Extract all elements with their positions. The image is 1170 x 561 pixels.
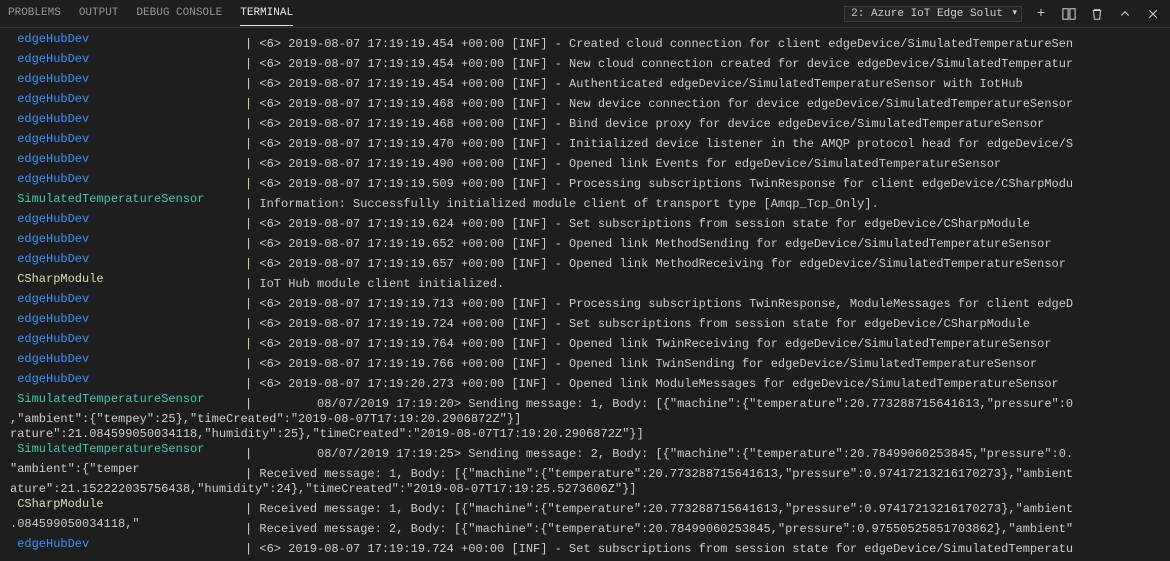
separator: | [245, 542, 252, 556]
log-source: edgeHubDev [10, 72, 245, 87]
close-icon[interactable] [1144, 5, 1162, 23]
log-source: SimulatedTemperatureSensor [10, 442, 245, 457]
tab-debug-console[interactable]: DEBUG CONSOLE [136, 1, 222, 26]
log-source: CSharpModule [10, 272, 245, 287]
log-source: edgeHubDev [10, 252, 245, 267]
log-message: <6> 2019-08-07 17:19:20.273 +00:00 [INF]… [252, 377, 1059, 391]
log-continuation: rature":21.084599050034118,"humidity":25… [10, 427, 644, 441]
terminal-line: SimulatedTemperatureSensor| 08/07/2019 1… [10, 442, 1160, 462]
tab-terminal[interactable]: TERMINAL [240, 1, 293, 26]
terminal-output[interactable]: edgeHubDev| <6> 2019-08-07 17:19:19.454 … [0, 28, 1170, 561]
log-source: CSharpModule [10, 497, 245, 512]
log-source: edgeHubDev [10, 132, 245, 147]
panel-tabs: PROBLEMS OUTPUT DEBUG CONSOLE TERMINAL [8, 1, 844, 26]
terminal-line: CSharpModule| Received message: 1, Body:… [10, 497, 1160, 517]
terminal-line: edgeHubDev| <6> 2019-08-07 17:19:19.454 … [10, 52, 1160, 72]
log-message: <6> 2019-08-07 17:19:19.470 +00:00 [INF]… [252, 137, 1073, 151]
log-continuation: ,"ambient":{"tempey":25},"timeCreated":"… [10, 412, 521, 426]
new-terminal-icon[interactable]: + [1032, 5, 1050, 23]
log-source: SimulatedTemperatureSensor [10, 192, 245, 207]
log-message: <6> 2019-08-07 17:19:19.724 +00:00 [INF]… [252, 542, 1073, 556]
terminal-line: edgeHubDev| <6> 2019-08-07 17:19:19.624 … [10, 212, 1160, 232]
log-message: Received message: 2, Body: [{"machine":{… [252, 522, 1073, 536]
tab-problems[interactable]: PROBLEMS [8, 1, 61, 26]
log-message: <6> 2019-08-07 17:19:19.766 +00:00 [INF]… [252, 357, 1037, 371]
log-message: <6> 2019-08-07 17:19:19.713 +00:00 [INF]… [252, 297, 1073, 311]
chevron-up-icon[interactable] [1116, 5, 1134, 23]
split-terminal-icon[interactable] [1060, 5, 1078, 23]
terminal-line: edgeHubDev| <6> 2019-08-07 17:19:19.764 … [10, 332, 1160, 352]
terminal-line: .084599050034118," | Received message: 2… [10, 517, 1160, 537]
log-source: edgeHubDev [10, 537, 245, 552]
terminal-line: rature":21.084599050034118,"humidity":25… [10, 427, 1160, 442]
separator: | [245, 502, 252, 516]
log-source: edgeHubDev [10, 332, 245, 347]
log-source: edgeHubDev [10, 92, 245, 107]
log-message: <6> 2019-08-07 17:19:19.454 +00:00 [INF]… [252, 37, 1073, 51]
terminal-line: edgeHubDev| <6> 2019-08-07 17:19:20.273 … [10, 372, 1160, 392]
terminal-line: SimulatedTemperatureSensor| 08/07/2019 1… [10, 392, 1160, 412]
log-source: edgeHubDev [10, 112, 245, 127]
log-message: <6> 2019-08-07 17:19:19.454 +00:00 [INF]… [252, 77, 1023, 91]
log-source: edgeHubDev [10, 172, 245, 187]
tab-output[interactable]: OUTPUT [79, 1, 119, 26]
terminal-line: edgeHubDev| <6> 2019-08-07 17:19:19.468 … [10, 112, 1160, 132]
log-continuation: "ambient":{"temper [10, 462, 245, 477]
log-source: edgeHubDev [10, 152, 245, 167]
log-continuation: .084599050034118," [10, 517, 245, 532]
terminal-line: CSharpModule| IoT Hub module client init… [10, 272, 1160, 292]
log-message: Received message: 1, Body: [{"machine":{… [252, 467, 1073, 481]
log-source: edgeHubDev [10, 32, 245, 47]
log-source: edgeHubDev [10, 232, 245, 247]
terminal-line: ature":21.152222035756438,"humidity":24}… [10, 482, 1160, 497]
log-message: <6> 2019-08-07 17:19:19.468 +00:00 [INF]… [252, 97, 1073, 111]
terminal-line: edgeHubDev| <6> 2019-08-07 17:19:19.713 … [10, 292, 1160, 312]
log-source: edgeHubDev [10, 312, 245, 327]
log-message: <6> 2019-08-07 17:19:19.454 +00:00 [INF]… [252, 57, 1073, 71]
terminal-line: edgeHubDev| <6> 2019-08-07 17:19:19.652 … [10, 232, 1160, 252]
log-source: SimulatedTemperatureSensor [10, 392, 245, 407]
log-continuation: ature":21.152222035756438,"humidity":24}… [10, 482, 637, 496]
terminal-line: edgeHubDev| <6> 2019-08-07 17:19:19.724 … [10, 312, 1160, 332]
log-message: 08/07/2019 17:19:20> Sending message: 1,… [252, 397, 1073, 411]
log-message: <6> 2019-08-07 17:19:19.490 +00:00 [INF]… [252, 157, 1001, 171]
panel-toolbar: 2: Azure IoT Edge Solut + [844, 5, 1162, 23]
log-source: edgeHubDev [10, 372, 245, 387]
separator: | [245, 522, 252, 536]
log-source: edgeHubDev [10, 292, 245, 307]
terminal-line: ,"ambient":{"tempey":25},"timeCreated":"… [10, 412, 1160, 427]
terminal-line: edgeHubDev| <6> 2019-08-07 17:19:19.509 … [10, 172, 1160, 192]
terminal-line: SimulatedTemperatureSensor| Information:… [10, 192, 1160, 212]
trash-icon[interactable] [1088, 5, 1106, 23]
terminal-line: edgeHubDev| <6> 2019-08-07 17:19:19.468 … [10, 92, 1160, 112]
terminal-line: edgeHubDev| <6> 2019-08-07 17:19:19.454 … [10, 72, 1160, 92]
log-source: edgeHubDev [10, 212, 245, 227]
log-source: edgeHubDev [10, 352, 245, 367]
log-message: Received message: 1, Body: [{"machine":{… [252, 502, 1073, 516]
log-message: 08/07/2019 17:19:25> Sending message: 2,… [252, 447, 1073, 461]
log-message: <6> 2019-08-07 17:19:19.468 +00:00 [INF]… [252, 117, 1044, 131]
terminal-line: "ambient":{"temper | Received message: 1… [10, 462, 1160, 482]
log-message: IoT Hub module client initialized. [252, 277, 504, 291]
terminal-line: edgeHubDev| <6> 2019-08-07 17:19:19.454 … [10, 32, 1160, 52]
log-message: <6> 2019-08-07 17:19:19.764 +00:00 [INF]… [252, 337, 1051, 351]
log-message: Information: Successfully initialized mo… [252, 197, 879, 211]
panel-header: PROBLEMS OUTPUT DEBUG CONSOLE TERMINAL 2: A… [0, 0, 1170, 28]
terminal-line: edgeHubDev| <6> 2019-08-07 17:19:19.724 … [10, 537, 1160, 557]
log-message: <6> 2019-08-07 17:19:19.652 +00:00 [INF]… [252, 237, 1051, 251]
terminal-line: edgeHubDev| <6> 2019-08-07 17:19:19.766 … [10, 352, 1160, 372]
log-message: <6> 2019-08-07 17:19:19.509 +00:00 [INF]… [252, 177, 1073, 191]
log-message: <6> 2019-08-07 17:19:19.724 +00:00 [INF]… [252, 317, 1030, 331]
terminal-line: edgeHubDev| <6> 2019-08-07 17:19:19.490 … [10, 152, 1160, 172]
terminal-selector-dropdown[interactable]: 2: Azure IoT Edge Solut [844, 6, 1022, 22]
log-message: <6> 2019-08-07 17:19:19.657 +00:00 [INF]… [252, 257, 1066, 271]
log-message: <6> 2019-08-07 17:19:19.624 +00:00 [INF]… [252, 217, 1030, 231]
terminal-line: edgeHubDev| <6> 2019-08-07 17:19:19.657 … [10, 252, 1160, 272]
terminal-line: edgeHubDev| <6> 2019-08-07 17:19:19.470 … [10, 132, 1160, 152]
log-source: edgeHubDev [10, 52, 245, 67]
